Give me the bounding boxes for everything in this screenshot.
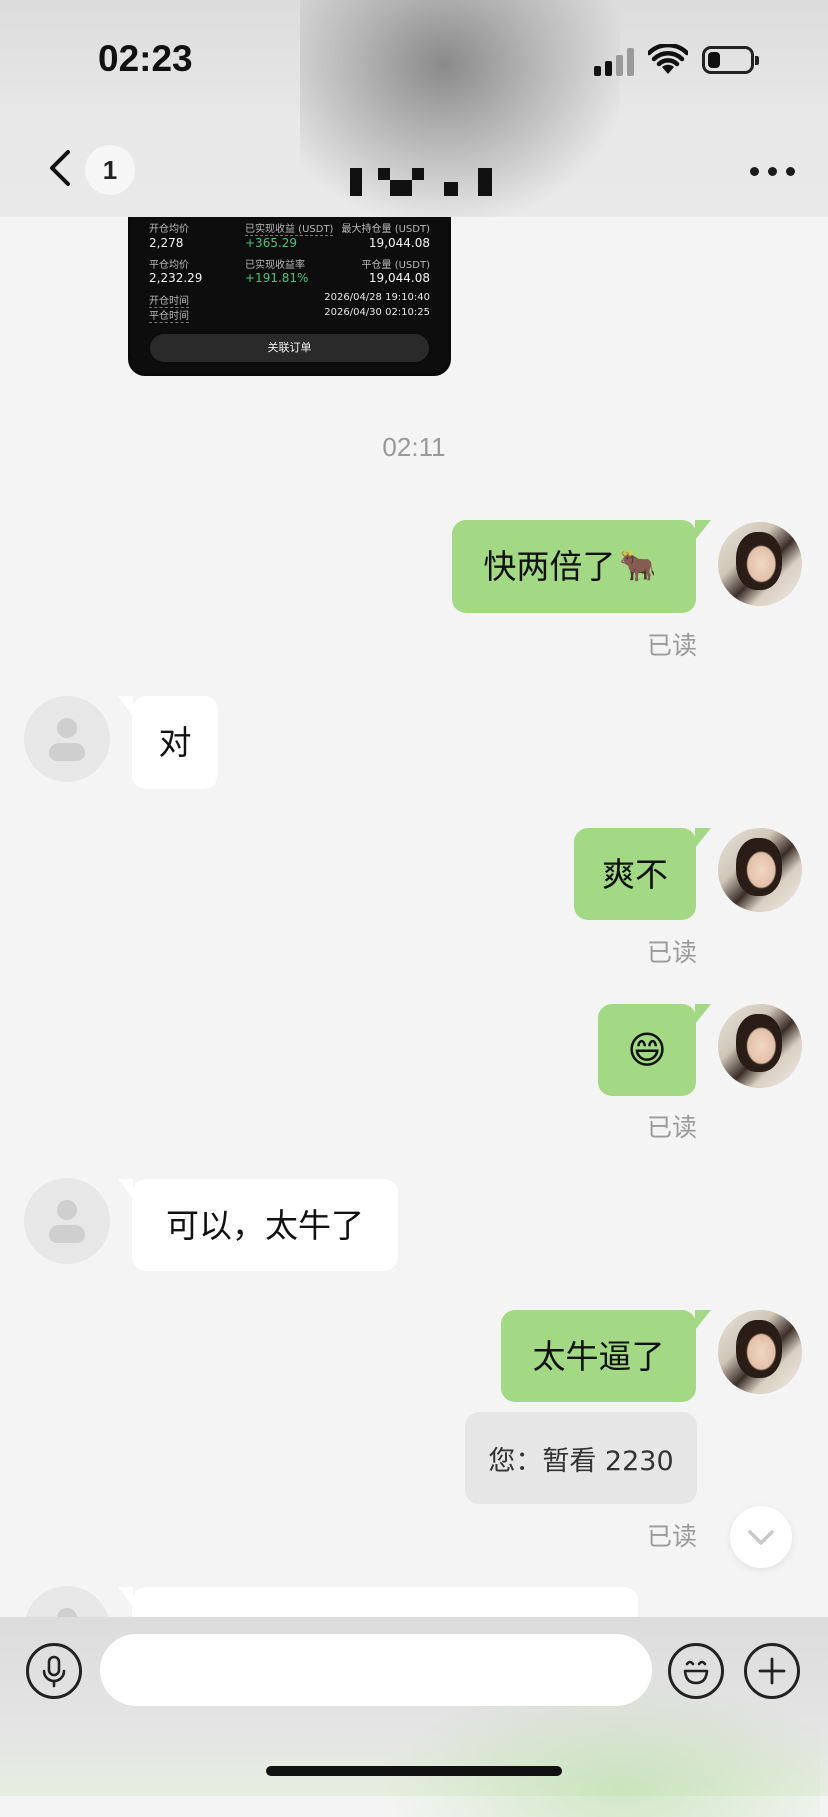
home-indicator	[266, 1766, 562, 1776]
realized-rate-label: 已实现收益率	[245, 260, 305, 271]
max-position-value: 19,044.08	[368, 236, 430, 250]
message-text: 可以，太牛了	[166, 1205, 364, 1245]
message-text: 快两倍了	[483, 547, 616, 586]
message-bubble-sent[interactable]: 太牛逼了	[501, 1310, 711, 1402]
more-dots-icon[interactable]	[750, 165, 796, 179]
my-avatar[interactable]	[718, 828, 802, 912]
realized-pnl-label: 已实现收益 (USDT)	[245, 220, 334, 236]
message-bubble-sent[interactable]: 😄	[598, 1004, 711, 1096]
contact-avatar[interactable]	[24, 696, 110, 782]
message-bubble-sent[interactable]: 快两倍了 🐂	[452, 520, 711, 613]
battery-icon	[702, 46, 759, 74]
plus-icon	[758, 1657, 786, 1685]
realized-pnl-value: +365.29	[245, 236, 298, 250]
open-time-value: 2026/04/28 19:10:40	[324, 292, 430, 303]
open-avg-label: 开仓均价	[149, 224, 189, 235]
wifi-icon	[648, 44, 688, 74]
message-text: 太牛逼了	[532, 1336, 665, 1376]
contact-avatar[interactable]	[24, 1178, 110, 1264]
grinning-emoji: 😄	[627, 1028, 667, 1072]
chat-title-redacted	[350, 168, 495, 196]
message-input[interactable]	[100, 1634, 652, 1706]
top-bar: 02:23 1	[0, 0, 828, 217]
scroll-to-bottom-button[interactable]	[730, 1506, 792, 1568]
message-text: 爽不	[602, 854, 668, 894]
emoji-button[interactable]	[668, 1643, 724, 1699]
read-receipt: 已读	[646, 1522, 697, 1551]
open-time-label: 开仓时间	[149, 292, 189, 308]
message-bubble-sent[interactable]: 爽不	[574, 828, 711, 920]
message-bubble-received[interactable]: 可以，太牛了	[118, 1179, 398, 1271]
status-time: 02:23	[98, 38, 193, 79]
back-chevron-icon[interactable]	[44, 148, 76, 188]
cellular-signal-icon	[594, 48, 636, 76]
my-avatar[interactable]	[718, 1004, 802, 1088]
open-avg-value: 2,278	[149, 236, 184, 250]
linked-order-button[interactable]: 关联订单	[150, 334, 429, 362]
my-avatar[interactable]	[718, 1310, 802, 1394]
my-avatar[interactable]	[718, 522, 802, 606]
emoji-icon	[683, 1660, 709, 1685]
close-time-value: 2026/04/30 02:10:25	[324, 307, 430, 318]
close-avg-value: 2,232.29	[149, 271, 203, 285]
chat-timestamp: 02:11	[382, 432, 446, 462]
chevron-down-icon	[748, 1530, 774, 1545]
read-receipt: 已读	[646, 631, 697, 660]
message-text: 对	[158, 723, 192, 762]
closed-amount-value: 19,044.08	[368, 271, 430, 285]
read-receipt: 已读	[646, 1113, 697, 1142]
ox-emoji: 🐂	[619, 548, 657, 584]
message-bubble-received[interactable]: 对	[118, 696, 218, 789]
microphone-icon	[42, 1655, 66, 1688]
realized-rate-value: +191.81%	[245, 271, 309, 285]
close-avg-label: 平仓均价	[149, 260, 189, 271]
max-position-label: 最大持仓量 (USDT)	[341, 224, 430, 235]
closed-amount-label: 平仓量 (USDT)	[361, 260, 430, 271]
voice-input-button[interactable]	[26, 1643, 82, 1699]
read-receipt: 已读	[646, 938, 697, 967]
unread-badge[interactable]: 1	[85, 145, 135, 195]
quoted-message[interactable]: 您：暂看 2230	[465, 1412, 697, 1504]
add-attachment-button[interactable]	[744, 1643, 800, 1699]
close-time-label: 平仓时间	[149, 307, 189, 323]
